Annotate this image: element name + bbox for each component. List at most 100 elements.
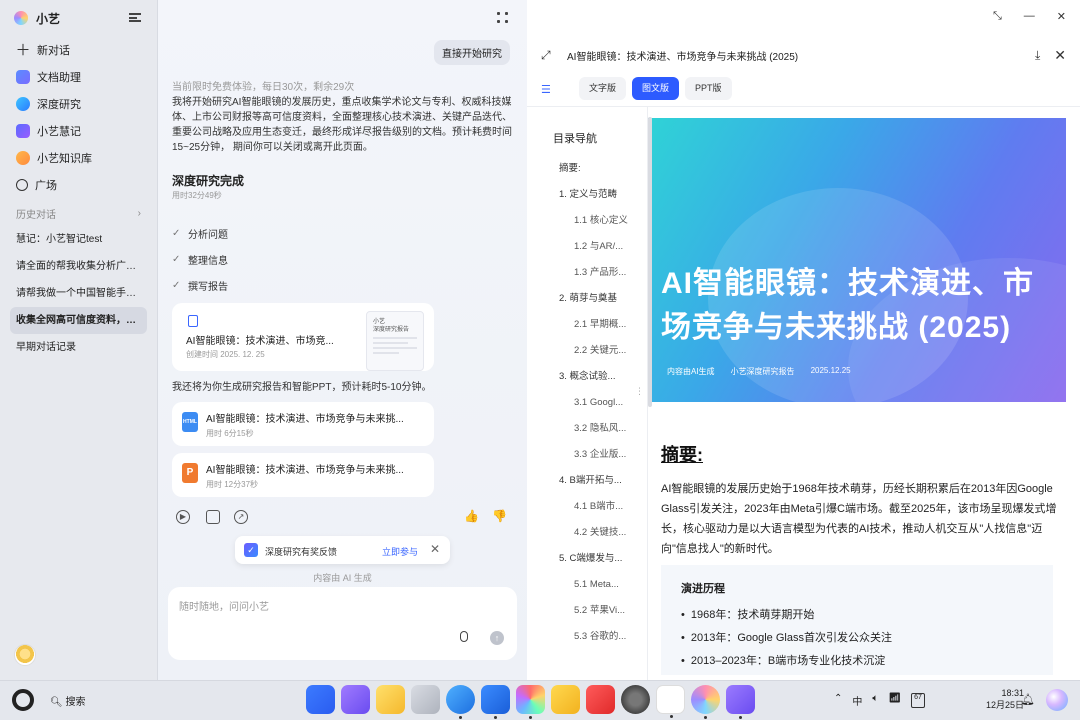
chat-input[interactable]: 随时随地，问问小艺 ↑	[168, 587, 517, 660]
download-icon[interactable]: ⤓	[1035, 48, 1040, 63]
plaza-icon	[16, 178, 28, 191]
multitask-app-icon[interactable]	[306, 685, 335, 714]
toc-item[interactable]: 3.3 企业版...	[547, 448, 647, 474]
toc-item[interactable]: 4.2 关键技...	[547, 526, 647, 552]
clock-time: 18:31	[1001, 688, 1025, 698]
battery-icon[interactable]: 67	[911, 693, 925, 708]
minimize-window-icon[interactable]: —	[1024, 10, 1035, 23]
taskbar-search[interactable]: 🔍︎ 搜索	[50, 693, 85, 708]
toc-item[interactable]: 2.2 关键元...	[547, 344, 647, 370]
toc-item[interactable]: 4.1 B端市...	[547, 500, 647, 526]
report-card[interactable]: AI智能眼镜：技术演进、市场竞... 创建时间 2025. 12. 25 小艺 …	[172, 303, 434, 371]
nav-knowledge-base[interactable]: 小艺知识库	[0, 144, 157, 171]
history-item[interactable]: 早期对话记录	[0, 334, 157, 361]
history-item[interactable]: 请全面的帮我收集分析广州...	[0, 253, 157, 280]
toc-item[interactable]: 1. 定义与范畴	[547, 188, 647, 214]
toc-item[interactable]: 1.3 产品形...	[547, 266, 647, 292]
toc-item[interactable]: 摘要:	[547, 162, 647, 188]
toc-item[interactable]: 3.2 隐私风...	[547, 422, 647, 448]
nav-plaza[interactable]: 广场	[0, 171, 157, 198]
send-icon[interactable]: ↑	[490, 631, 504, 645]
content-scrollbar[interactable]	[648, 117, 652, 407]
ppt-file-icon: P	[182, 463, 198, 483]
photos-app-icon[interactable]	[516, 685, 545, 719]
feedback-toast: ✓ 深度研究有奖反馈 立即参与 ✕	[235, 536, 450, 564]
toc-item[interactable]: 3. 概念试验...	[547, 370, 647, 396]
files-app-icon[interactable]	[551, 685, 580, 714]
xiaoyi-app-icon[interactable]	[691, 685, 720, 719]
avatar[interactable]	[14, 644, 36, 666]
toc-item[interactable]: 4. B端开拓与...	[547, 474, 647, 500]
join-feedback-link[interactable]: 立即参与	[382, 545, 418, 558]
toc-item[interactable]: 1.1 核心定义	[547, 214, 647, 240]
assistant-app-icon[interactable]	[726, 685, 755, 719]
html-file-icon: HTML	[182, 412, 198, 432]
html-report-card[interactable]: HTML AI智能眼镜：技术演进、市场竞争与未来挑... 用时 6分15秒	[172, 402, 434, 446]
nav-document-assistant[interactable]: 文档助理	[0, 63, 157, 90]
wifi-icon[interactable]: 📶︎	[888, 693, 901, 708]
start-research-button[interactable]: 直接开始研究	[434, 40, 510, 65]
thumbs-up-icon[interactable]: 👍	[464, 510, 479, 524]
file-duration: 用时 12分37秒	[206, 480, 259, 489]
more-options-icon[interactable]	[497, 12, 509, 24]
toc-toggle-icon[interactable]: ☰	[541, 83, 555, 96]
document-assistant-icon	[16, 69, 30, 84]
tab-ppt-version[interactable]: PPT版	[685, 77, 732, 100]
assistant-orb-icon[interactable]	[1046, 689, 1068, 711]
timeline-item: 2013–2023年：B端市场专业化技术沉淀	[681, 650, 1033, 673]
toc-item[interactable]: 5. C端爆发与...	[547, 552, 647, 578]
history-item-active[interactable]: 收集全网高可信度资料，详...	[10, 307, 147, 334]
chat-panel: 直接开始研究 当前限时免费体验，每日30次，剩余29次 我将开始研究AI智能眼镜…	[158, 0, 683, 680]
nav-notes[interactable]: 小艺慧记	[0, 117, 157, 144]
close-icon[interactable]: ✕	[430, 542, 440, 556]
history-header[interactable]: 历史对话 ›	[0, 200, 157, 226]
collapse-sidebar-icon[interactable]	[129, 12, 143, 24]
browser-app-icon[interactable]	[446, 685, 475, 719]
cover-meta-item: 内容由AI生成	[667, 367, 715, 376]
gallery-folder-app-icon[interactable]	[341, 685, 370, 714]
search-icon: 🔍︎	[50, 697, 66, 708]
cover-meta-item: 小艺深度研究报告	[730, 367, 795, 376]
toc-item[interactable]: 2.1 早期概...	[547, 318, 647, 344]
chevron-up-icon[interactable]: ⌃	[834, 693, 842, 708]
expand-icon[interactable]: ⤢	[541, 48, 555, 62]
restore-window-icon[interactable]: ⤡	[993, 10, 1002, 23]
history-item[interactable]: 慧记：小艺智记test	[0, 226, 157, 253]
toc-item[interactable]: 1.2 与AR/...	[547, 240, 647, 266]
tab-text-version[interactable]: 文字版	[579, 77, 627, 100]
copy-icon[interactable]	[206, 510, 220, 524]
check-icon: ✓	[172, 227, 181, 239]
history-item[interactable]: 请帮我做一个中国智能手机...	[0, 280, 157, 307]
input-method-icon[interactable]: 中	[852, 693, 862, 708]
toc-item[interactable]: 3.1 Googl...	[547, 396, 647, 422]
toc-item[interactable]: 5.1 Meta...	[547, 578, 647, 604]
microphone-icon[interactable]	[460, 631, 468, 642]
thumbs-down-icon[interactable]: 👎	[492, 510, 507, 524]
research-steps[interactable]: ✓ 分析问题 ✓ 整理信息 ✓ 撰写报告	[172, 220, 228, 298]
close-window-icon[interactable]: ✕	[1057, 10, 1066, 23]
mail-app-icon[interactable]	[481, 685, 510, 719]
start-button[interactable]	[12, 689, 34, 711]
running-indicator	[494, 716, 497, 719]
toc-item[interactable]: 2. 萌芽与奠基	[547, 292, 647, 318]
share-icon[interactable]: ↗	[234, 510, 248, 524]
toc-item[interactable]: 5.2 苹果Vi...	[547, 604, 647, 630]
trash-app-icon[interactable]	[411, 685, 440, 714]
close-report-icon[interactable]: ✕	[1054, 47, 1066, 64]
volume-icon[interactable]: 🔈︎	[872, 693, 878, 708]
toc-item[interactable]: 5.3 谷歌的...	[547, 630, 647, 656]
ppt-report-card[interactable]: P AI智能眼镜：技术演进、市场竞争与未来挑... 用时 12分37秒	[172, 453, 434, 497]
notification-icon[interactable]: 🔔︎	[1021, 693, 1035, 706]
settings-app-icon[interactable]	[621, 685, 650, 714]
app-gallery-app-icon[interactable]	[586, 685, 615, 714]
play-icon[interactable]: ▶	[176, 510, 190, 524]
research-plan-text: 我将开始研究AI智能眼镜的发展历史，重点收集学术论文与专利、权威科技媒体、上市公…	[172, 97, 512, 153]
wps-app-icon[interactable]	[656, 685, 685, 718]
step-item: ✓ 撰写报告	[172, 272, 228, 298]
nav-deep-research[interactable]: 深度研究	[0, 90, 157, 117]
clock[interactable]: 18:31 12月25日	[986, 687, 1024, 711]
tab-illustrated-version[interactable]: 图文版	[632, 77, 680, 100]
notes-app-icon[interactable]	[376, 685, 405, 714]
message-actions: ▶ ↗ 👍 👎	[176, 510, 510, 526]
nav-new-chat[interactable]: ＋ 新对话	[0, 36, 157, 63]
